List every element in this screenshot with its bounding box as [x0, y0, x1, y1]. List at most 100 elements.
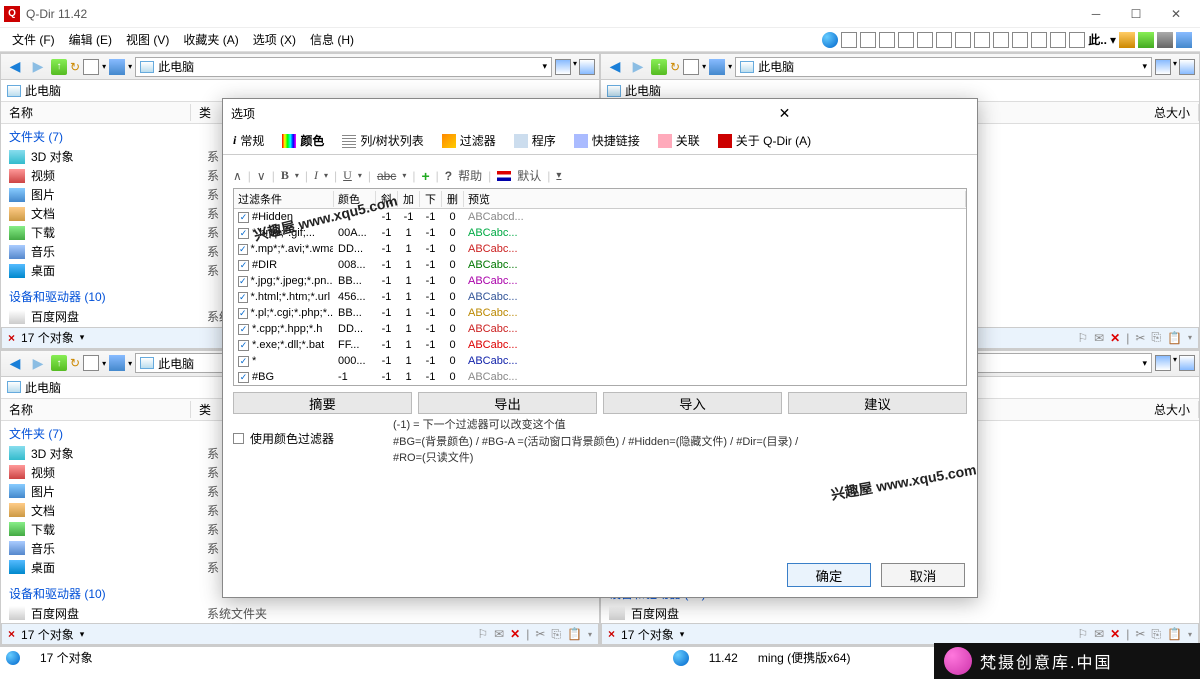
row-checkbox[interactable]: ✓ [238, 324, 249, 335]
layout-icon[interactable] [1012, 32, 1028, 48]
row-checkbox[interactable]: ✓ [238, 356, 249, 367]
help-label[interactable]: 帮助 [458, 167, 482, 184]
filter-row[interactable]: ✓#Hidden -1 -1 -1 0 ABCabcd... [234, 209, 966, 225]
col-header-size[interactable]: 总大小 [1099, 401, 1199, 418]
underline-icon[interactable]: U [343, 168, 352, 183]
filter-row[interactable]: ✓*.bmp;*.gif;... 00A... -1 1 -1 0 ABCabc… [234, 225, 966, 241]
col-color[interactable]: 颜色 [334, 191, 376, 207]
view-mode[interactable] [579, 59, 595, 75]
dialog-close-button[interactable]: ✕ [600, 105, 969, 122]
reload-icon[interactable]: ↻ [70, 356, 80, 370]
tool-icon[interactable]: ⚐ [1077, 627, 1088, 641]
col-header-size[interactable]: 总大小 [1099, 104, 1199, 121]
cut-icon[interactable]: ✂ [1135, 627, 1145, 641]
close-icon[interactable]: × [8, 331, 15, 345]
close-icon[interactable]: × [608, 627, 615, 641]
delete-icon[interactable]: ✕ [510, 627, 520, 641]
layout-icon[interactable] [1031, 32, 1047, 48]
layout-icon[interactable] [955, 32, 971, 48]
globe-icon[interactable] [822, 32, 838, 48]
export-button[interactable]: 导出 [418, 392, 597, 414]
breadcrumb[interactable]: 此电脑 [625, 82, 661, 99]
tab-list[interactable]: 列/树状列表 [338, 130, 427, 151]
summary-button[interactable]: 摘要 [233, 392, 412, 414]
tool-icon[interactable] [1157, 32, 1173, 48]
layout-icon[interactable] [860, 32, 876, 48]
cut-icon[interactable]: ✂ [535, 627, 545, 641]
dropdown-icon[interactable]: ▾ [80, 629, 85, 640]
breadcrumb[interactable]: 此电脑 [25, 379, 61, 396]
move-up-icon[interactable]: ∧ [233, 169, 242, 183]
import-button[interactable]: 导入 [603, 392, 782, 414]
filter-row[interactable]: ✓#BG -1 -1 1 -1 0 ABCabc... [234, 369, 966, 385]
copy-icon[interactable]: ⎘ [1151, 330, 1161, 345]
tab-links[interactable]: 快捷链接 [570, 130, 644, 151]
tool-icon[interactable]: ✉ [1094, 627, 1104, 641]
filter-grid[interactable]: 过滤条件 颜色 斜 加 下 删 预览 ✓#Hidden -1 -1 -1 0 A… [233, 188, 967, 386]
filter-row[interactable]: ✓*.cpp;*.hpp;*.h DD... -1 1 -1 0 ABCabc.… [234, 321, 966, 337]
cancel-button[interactable]: 取消 [881, 563, 965, 587]
layout-icon[interactable] [917, 32, 933, 48]
view-mode[interactable] [1179, 59, 1195, 75]
row-checkbox[interactable]: ✓ [238, 276, 248, 287]
row-checkbox[interactable]: ✓ [238, 292, 248, 303]
tab-filter[interactable]: 过滤器 [438, 130, 500, 151]
menu-edit[interactable]: 编辑 (E) [65, 29, 116, 50]
tab-programs[interactable]: 程序 [510, 130, 560, 151]
filter-row[interactable]: ✓#DIR 008... -1 1 -1 0 ABCabc... [234, 257, 966, 273]
row-checkbox[interactable]: ✓ [238, 244, 248, 255]
row-checkbox[interactable]: ✓ [238, 212, 249, 223]
dropdown-icon[interactable]: ▾ [1142, 61, 1147, 72]
list-item[interactable]: 百度网盘 [601, 604, 1199, 623]
row-checkbox[interactable]: ✓ [238, 308, 248, 319]
copy-icon[interactable]: ⎘ [551, 627, 561, 642]
tool-icon[interactable] [1119, 32, 1135, 48]
view-icon[interactable] [109, 59, 125, 75]
delete-icon[interactable]: ✕ [1110, 331, 1120, 345]
addr-label[interactable]: 此.. [1088, 31, 1107, 48]
use-color-filter-checkbox[interactable] [233, 433, 244, 444]
forward-button[interactable]: ▶ [28, 353, 48, 373]
collapse-icon[interactable]: ▾ [556, 170, 561, 181]
col-italic[interactable]: 斜 [376, 191, 398, 207]
col-preview[interactable]: 预览 [464, 191, 966, 207]
layout-icon[interactable] [974, 32, 990, 48]
layout-icon[interactable] [993, 32, 1009, 48]
address-bar[interactable]: 此电脑 ▾ [735, 57, 1152, 77]
default-label[interactable]: 默认 [517, 167, 541, 184]
col-del[interactable]: 删 [442, 191, 464, 207]
dropdown-icon[interactable]: ▾ [1142, 358, 1147, 369]
filter-row[interactable]: ✓*.mp*;*.avi;*.wma; DD... -1 1 -1 0 ABCa… [234, 241, 966, 257]
menu-favorites[interactable]: 收藏夹 (A) [179, 29, 242, 50]
up-button[interactable]: ↑ [651, 59, 667, 75]
close-button[interactable]: ✕ [1156, 0, 1196, 28]
row-checkbox[interactable]: ✓ [238, 228, 249, 239]
col-under[interactable]: 下 [420, 191, 442, 207]
ok-button[interactable]: 确定 [787, 563, 871, 587]
view-icon[interactable] [683, 59, 699, 75]
copy-icon[interactable]: ⎘ [1151, 627, 1161, 642]
view-icon[interactable] [83, 59, 99, 75]
suggest-button[interactable]: 建议 [788, 392, 967, 414]
back-button[interactable]: ◀ [605, 57, 625, 77]
help-icon[interactable]: ? [445, 169, 452, 183]
tool-icon[interactable]: ✉ [1094, 331, 1104, 345]
tool-icon[interactable]: ⚐ [1077, 331, 1088, 345]
layout-icon[interactable] [936, 32, 952, 48]
cut-icon[interactable]: ✂ [1135, 331, 1145, 345]
layout-icon[interactable] [841, 32, 857, 48]
tab-color[interactable]: 颜色 [278, 130, 328, 151]
view-mode[interactable] [555, 59, 571, 75]
layout-icon[interactable] [1050, 32, 1066, 48]
add-icon[interactable]: + [421, 168, 429, 184]
reload-icon[interactable]: ↻ [70, 60, 80, 74]
menu-view[interactable]: 视图 (V) [122, 29, 173, 50]
layout-icon[interactable] [879, 32, 895, 48]
up-button[interactable]: ↑ [51, 355, 67, 371]
dropdown-icon[interactable]: ▾ [680, 629, 685, 640]
col-header-name[interactable]: 名称 [1, 401, 191, 418]
filter-row[interactable]: ✓*.pl;*.cgi;*.php;*... BB... -1 1 -1 0 A… [234, 305, 966, 321]
view-mode[interactable] [1155, 59, 1171, 75]
back-button[interactable]: ◀ [5, 57, 25, 77]
menu-info[interactable]: 信息 (H) [306, 29, 358, 50]
